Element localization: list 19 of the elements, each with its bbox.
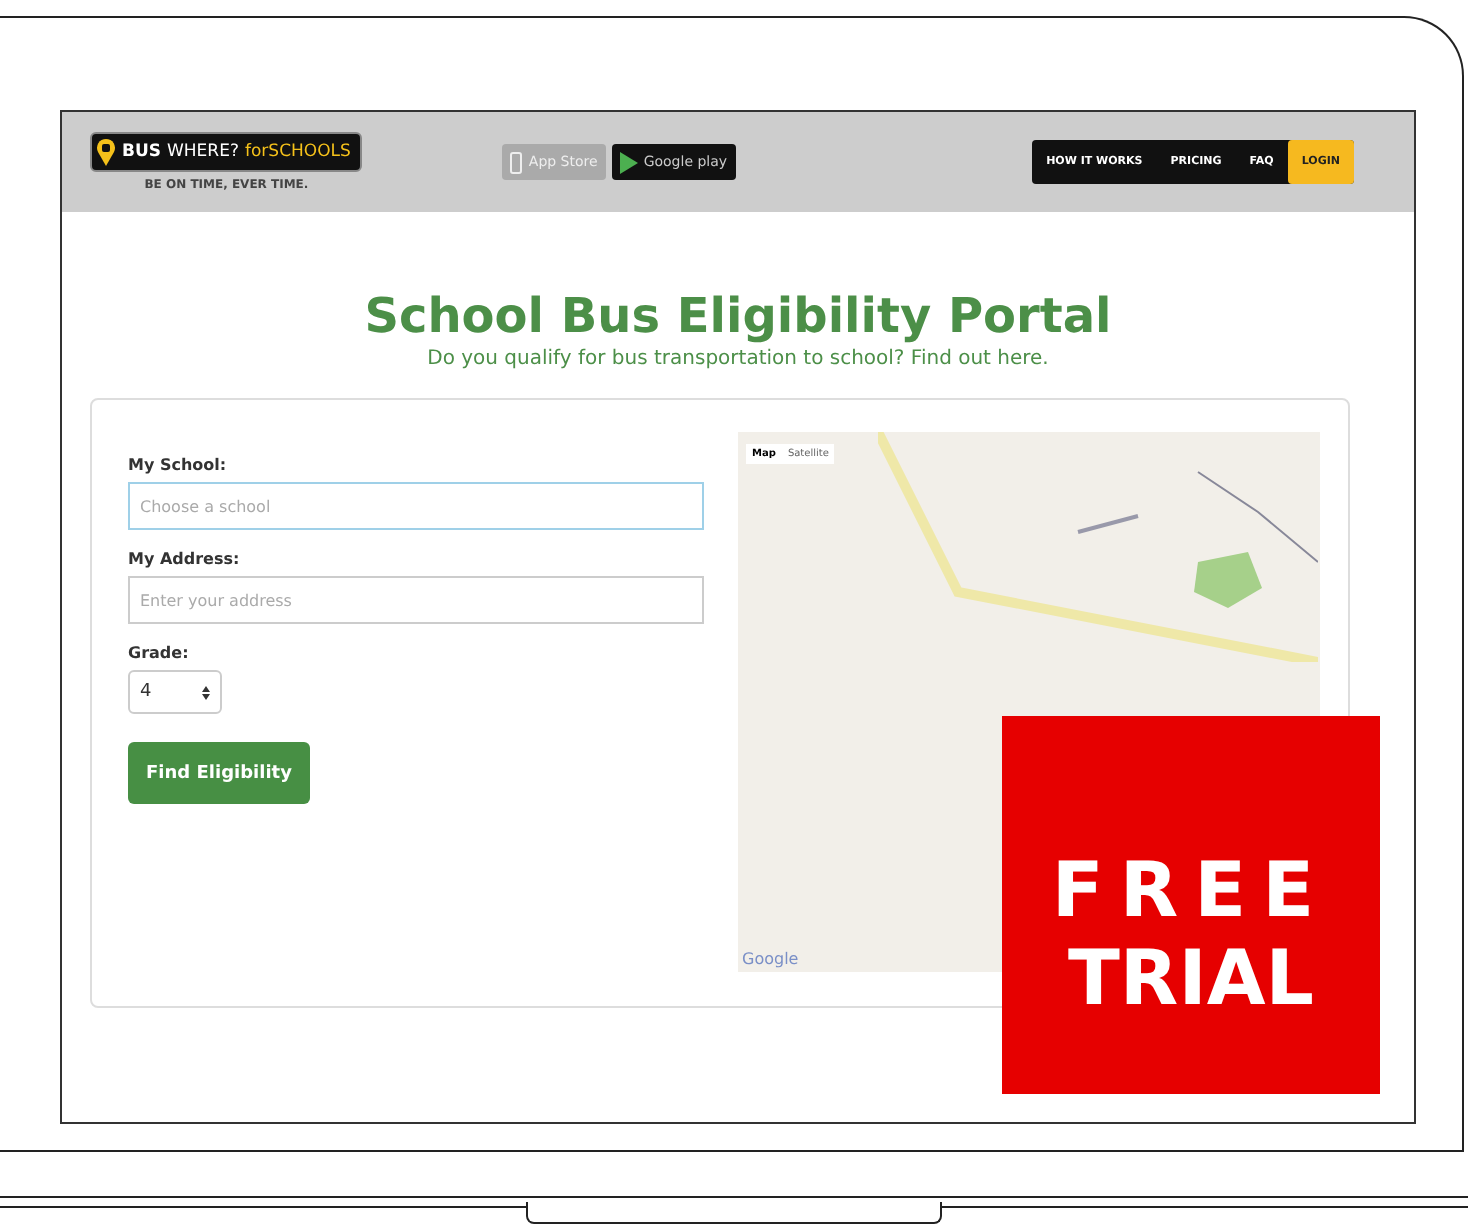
page-title: School Bus Eligibility Portal [364,288,1112,344]
input-field[interactable]: Enter your address [128,576,704,624]
phone-icon [510,151,523,173]
grade-select[interactable]: 4 [128,670,222,714]
field-label: My School: [128,456,229,474]
logo-text: BUS [122,142,162,162]
stepper-arrows-icon [202,685,210,699]
logo-text: WHERE? [167,142,239,162]
logo[interactable]: BUS WHERE? forSCHOOLS [90,132,363,172]
input-field[interactable]: Choose a school [128,482,704,530]
location-pin-icon [96,138,116,166]
map-attribution: Google [742,950,799,968]
free-trial-popup[interactable]: FREE TRIAL [1002,716,1380,1094]
field-label: My Address: [128,550,242,568]
field-label: Grade: [128,644,191,662]
page-subtitle: Do you qualify for bus transportation to school? Find out here. [427,348,1049,370]
logo-text: forSCHOOLS [244,142,351,162]
find-eligibility-button[interactable]: Find Eligibility [128,742,310,804]
play-icon [619,151,638,173]
